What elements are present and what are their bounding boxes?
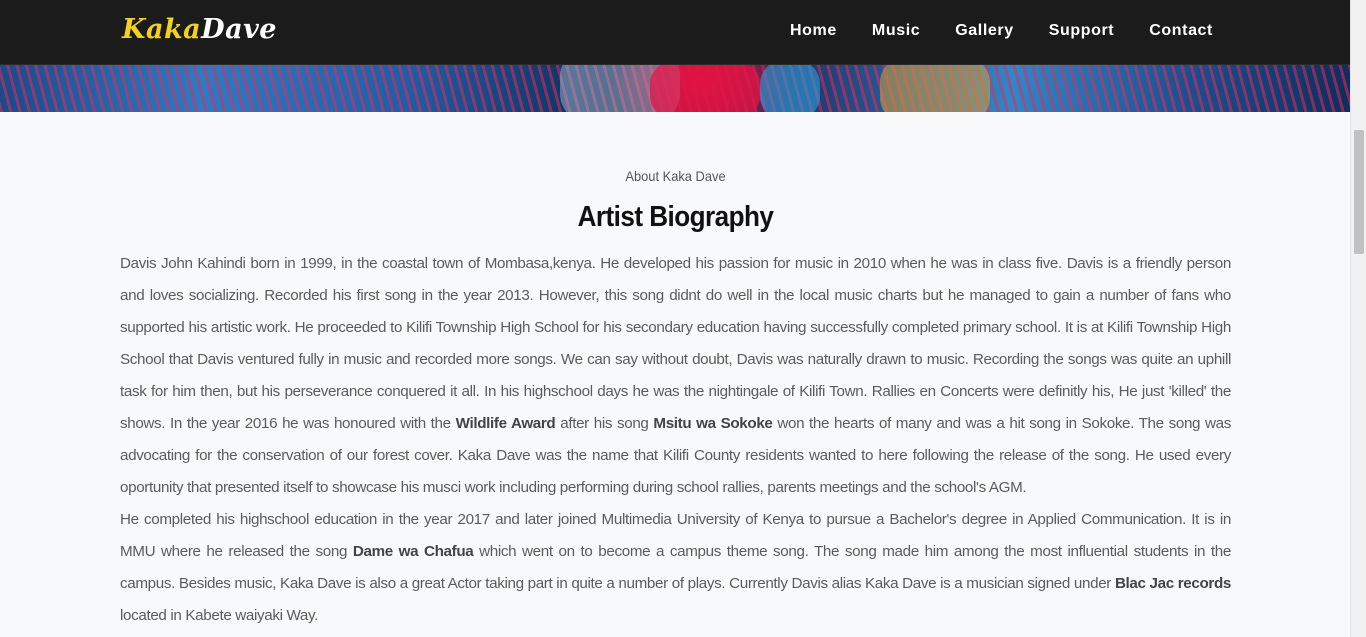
section-title: Artist Biography (577, 201, 774, 233)
top-navbar: KakaDave Home Music Gallery Support Cont… (0, 0, 1350, 65)
brand-logo[interactable]: KakaDave (122, 14, 277, 45)
scrollbar-thumb[interactable] (1354, 130, 1364, 254)
brand-logo-part2: Dave (201, 14, 277, 45)
bio-record-label: Blac Jac records (1114, 575, 1231, 592)
about-section: About Kaka Dave Artist Biography Davis J… (120, 112, 1231, 632)
bio-award-name: Wildlife Award (455, 415, 556, 432)
bio-p2-text-c: located in Kabete waiyaki Way. (120, 607, 319, 624)
nav-home[interactable]: Home (790, 22, 837, 40)
page-scrollbar[interactable] (1350, 0, 1366, 637)
nav-gallery[interactable]: Gallery (955, 22, 1013, 40)
hero-figure-right-2 (760, 60, 820, 112)
nav-contact[interactable]: Contact (1149, 22, 1213, 40)
bio-song-dame: Dame wa Chafua (352, 543, 474, 560)
bio-p1-text-b: after his song (555, 415, 654, 432)
section-eyebrow: About Kaka Dave (625, 168, 726, 184)
bio-p1-text-a: Davis John Kahindi born in 1999, in the … (120, 255, 1231, 432)
biography-text: Davis John Kahindi born in 1999, in the … (120, 248, 1231, 632)
brand-logo-part1: Kaka (122, 14, 202, 45)
main-nav: Home Music Gallery Support Contact (755, 22, 1213, 40)
nav-music[interactable]: Music (872, 22, 920, 40)
bio-song-msitu: Msitu wa Sokoke (653, 415, 773, 432)
nav-support[interactable]: Support (1049, 22, 1115, 40)
